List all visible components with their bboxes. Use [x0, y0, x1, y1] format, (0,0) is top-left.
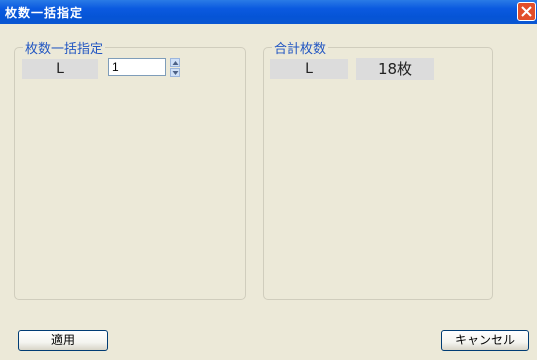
- close-icon: [521, 6, 532, 17]
- size-label-right: L: [270, 59, 348, 79]
- size-label-left: L: [22, 59, 98, 79]
- close-button[interactable]: [517, 2, 536, 21]
- total-count-legend: 合計枚数: [274, 42, 327, 57]
- arrow-up-icon: [172, 61, 179, 65]
- arrow-down-icon: [172, 71, 179, 75]
- total-count-value: 18枚: [356, 58, 434, 80]
- stepper-up-button[interactable]: [170, 58, 180, 67]
- window-title: 枚数一括指定: [5, 6, 84, 20]
- apply-button[interactable]: 適用: [18, 330, 108, 351]
- quantity-input[interactable]: [108, 58, 166, 76]
- cancel-button[interactable]: キャンセル: [441, 330, 529, 351]
- title-bar[interactable]: 枚数一括指定: [0, 0, 537, 24]
- quantity-stepper[interactable]: [170, 58, 180, 77]
- stepper-down-button[interactable]: [170, 68, 180, 77]
- bulk-quantity-legend: 枚数一括指定: [25, 42, 104, 57]
